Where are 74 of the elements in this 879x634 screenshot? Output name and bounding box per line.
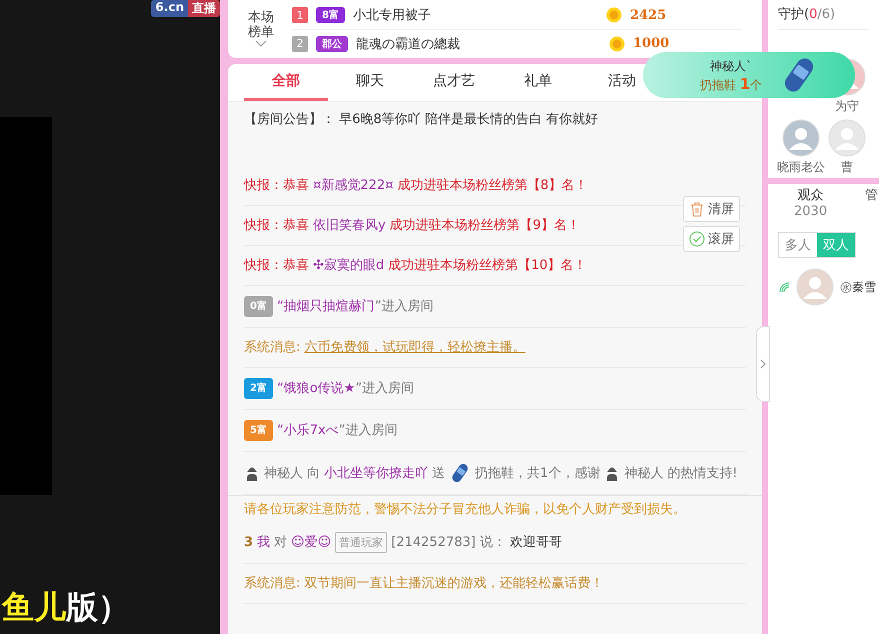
user-name[interactable]: “饿狼o传说★ — [276, 379, 356, 398]
collapse-handle[interactable] — [756, 326, 770, 402]
user-name[interactable]: “抽烟只抽煊赫门 — [276, 297, 375, 316]
room-announcement: 【房间公告】： 早6晚8等你吖 陪伴是最长情的告白 有你就好 — [243, 111, 599, 129]
check-circle-icon — [689, 231, 705, 247]
coin-amount: 1000 — [633, 36, 670, 51]
rank-number: 1 — [292, 7, 308, 23]
user-name[interactable]: ✣寂寞的眼d — [313, 256, 384, 275]
chevron-down-icon[interactable] — [255, 40, 267, 48]
ranking-title: 本场榜单 — [248, 10, 274, 40]
hooded-figure-icon — [244, 465, 260, 481]
user-name[interactable]: “小乐7xべ — [276, 421, 339, 440]
message-text: 快报：恭喜 — [244, 257, 309, 275]
rank-number: 2 — [292, 36, 308, 52]
message-text: ”进入房间 — [355, 380, 414, 398]
rich-level-badge: 0富 — [244, 296, 273, 317]
audience-tab[interactable]: 观众 2030 — [794, 188, 828, 220]
role-tag: 普通玩家 — [335, 532, 388, 553]
chevron-right-icon — [760, 359, 766, 369]
fan-name: 小北专用被子 — [352, 7, 432, 24]
guardian-name: 为守 — [835, 98, 859, 115]
message-text: 成功进驻本场粉丝榜第【10】名！ — [388, 257, 587, 275]
signal-icon — [778, 281, 790, 293]
message-text: 快报：恭喜 — [244, 217, 309, 235]
chat-tab[interactable]: 礼单 — [496, 64, 580, 101]
viewer-name[interactable]: ㊌秦雪 — [840, 278, 876, 296]
rank-badge: 郡公 — [316, 36, 348, 52]
rich-level-badge: 2富 — [244, 378, 273, 399]
user-name: 神秘人 — [624, 464, 664, 482]
rich-level-badge: 5富 — [244, 420, 273, 441]
gift-notification: 神秘人` 扔拖鞋 1个 — [643, 52, 855, 98]
user-name: 神秘人 — [264, 464, 303, 482]
user-name[interactable]: 小北坐等你撩走吖 — [324, 464, 428, 482]
user-name[interactable]: ¤新感觉222¤ — [313, 176, 394, 195]
chat-tab[interactable]: 聊天 — [328, 64, 412, 101]
coin-icon — [609, 36, 625, 52]
chat-tab[interactable]: 全部 — [244, 64, 328, 101]
message-text: 成功进驻本场粉丝榜第【8】名！ — [397, 177, 588, 195]
system-label: 系统消息: — [244, 575, 300, 593]
scroll-button[interactable]: 滚屏 — [683, 226, 740, 252]
chat-tab[interactable]: 点才艺 — [412, 64, 496, 101]
user-name[interactable]: 我 — [257, 533, 270, 552]
message-text: 向 — [307, 464, 320, 482]
avatar — [796, 268, 834, 306]
level-label: 3 — [244, 534, 254, 552]
coin-amount: 2425 — [630, 8, 666, 22]
message-text: 快报：恭喜 — [244, 177, 309, 195]
site-logo: 6.cn 直播 — [151, 0, 220, 17]
avatar — [828, 119, 866, 157]
system-message: 双节期间一直让主播沉迷的游戏，还能轻松赢话费！ — [304, 575, 604, 593]
message-text: ”进入房间 — [338, 422, 398, 440]
avatar — [782, 119, 820, 157]
message-text: 的热情支持! — [667, 464, 738, 482]
rank-badge: 8富 — [316, 7, 345, 23]
system-label: 系统消息: — [244, 339, 300, 357]
fan-name: 龍魂の霸道の總裁 — [356, 36, 461, 52]
message-text: 对 — [274, 534, 288, 552]
message-text: 送 — [432, 464, 445, 482]
audience-tab[interactable]: 管 — [865, 188, 878, 220]
clear-screen-button[interactable]: 清屏 — [683, 196, 740, 222]
message-text: 说： — [480, 534, 506, 552]
message-text: 成功进驻本场粉丝榜第【9】名！ — [390, 217, 580, 235]
user-name[interactable]: ☺爱☺ — [291, 533, 332, 552]
guardian-name: 曹 — [841, 159, 853, 176]
trash-icon — [689, 201, 705, 217]
message-text: ”进入房间 — [374, 298, 434, 316]
guard-title: 守护(0/6) — [778, 0, 869, 30]
user-id: [214252783] — [391, 534, 476, 552]
guardian-name: 晓雨老公 — [777, 159, 825, 176]
user-name[interactable]: 依旧笑春风y — [313, 216, 386, 235]
video-caption: 鱼儿版） — [2, 587, 131, 628]
message-text: 欢迎哥哥 — [510, 534, 562, 552]
coin-icon — [606, 7, 622, 23]
message-text: 扔拖鞋，共1个，感谢 — [475, 464, 600, 482]
